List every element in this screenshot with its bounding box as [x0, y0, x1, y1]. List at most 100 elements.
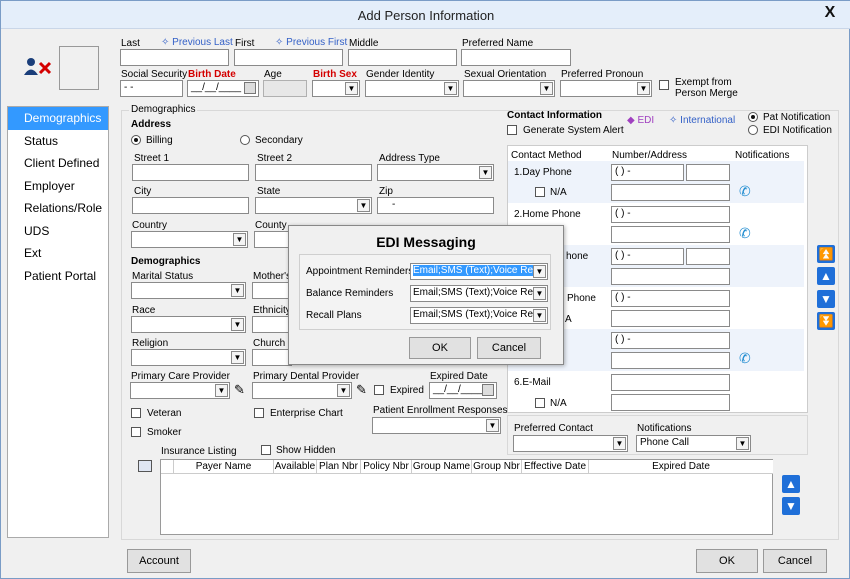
previous-last-link[interactable]: ✧ Previous Last [161, 37, 233, 48]
exempt-merge-checkbox[interactable] [659, 80, 669, 90]
col-effective-date[interactable]: Effective Date [522, 460, 589, 474]
race-select[interactable]: ▼ [131, 316, 246, 333]
international-link[interactable]: ✧ International [669, 115, 735, 126]
sidebar-item-relations-role[interactable]: Relations/Role [8, 197, 108, 220]
contact-row-3-input[interactable]: ( ) - [611, 248, 684, 265]
col-expired-date[interactable]: Expired Date [589, 460, 773, 474]
insurance-grid[interactable]: Payer Name Available Plan Nbr Policy Nbr… [160, 459, 773, 535]
contact-row-3-ext-input[interactable] [686, 248, 730, 265]
person-delete-icon[interactable] [23, 57, 53, 77]
home-phone-input[interactable]: ( ) - [611, 206, 730, 223]
na-checkbox[interactable] [535, 187, 545, 197]
report-icon[interactable] [138, 460, 152, 472]
col-policy-nbr[interactable]: Policy Nbr [361, 460, 412, 474]
balance-reminders-select[interactable]: Email;SMS (Text);Voice Ren ▼ [410, 285, 548, 302]
pen-icon[interactable]: ✎ [356, 382, 367, 398]
calendar-icon[interactable] [482, 384, 494, 396]
last-name-input[interactable] [120, 49, 229, 66]
phone-icon[interactable]: ✆ [739, 350, 751, 367]
religion-select[interactable]: ▼ [131, 349, 246, 366]
pen-icon[interactable]: ✎ [234, 382, 245, 398]
primary-care-provider-select[interactable]: ▼ [130, 382, 230, 399]
col-plan-nbr[interactable]: Plan Nbr [317, 460, 361, 474]
state-select[interactable]: ▼ [255, 197, 372, 214]
calendar-icon[interactable] [244, 82, 256, 94]
street1-input[interactable] [132, 164, 249, 181]
contact-row-5-secondary-input[interactable] [611, 352, 730, 369]
secondary-radio[interactable] [240, 135, 250, 145]
previous-first-link[interactable]: ✧ Previous First [275, 37, 347, 48]
arrow-down-icon[interactable]: ▼ [782, 497, 800, 515]
arrow-up-icon[interactable]: ▲ [782, 475, 800, 493]
day-phone-ext-input[interactable] [686, 164, 730, 181]
ssn-input[interactable]: - - [120, 80, 183, 97]
ethnicity-select[interactable] [252, 316, 292, 333]
birth-sex-select[interactable]: ▼ [312, 80, 360, 97]
email-secondary-input[interactable] [611, 394, 730, 411]
na-checkbox[interactable] [535, 398, 545, 408]
street2-input[interactable] [255, 164, 372, 181]
contact-row-5-input[interactable]: ( ) - [611, 332, 730, 349]
ok-button[interactable]: OK [696, 549, 758, 573]
sidebar-item-patient-portal[interactable]: Patient Portal [8, 265, 108, 288]
sidebar-item-ext[interactable]: Ext [8, 242, 108, 265]
generate-alert-checkbox[interactable] [507, 125, 517, 135]
home-phone-secondary-input[interactable] [611, 226, 730, 243]
pat-notification-radio[interactable] [748, 112, 758, 122]
edi-link[interactable]: ◆ EDI [627, 115, 654, 126]
sidebar-item-client-defined[interactable]: Client Defined [8, 152, 108, 175]
show-hidden-checkbox[interactable] [261, 445, 271, 455]
primary-dental-provider-select[interactable]: ▼ [252, 382, 352, 399]
move-top-icon[interactable]: ⏫ [817, 245, 835, 263]
billing-radio[interactable] [131, 135, 141, 145]
first-name-input[interactable] [234, 49, 343, 66]
zip-input[interactable]: - [377, 197, 494, 214]
city-input[interactable] [132, 197, 249, 214]
preferred-name-input[interactable] [461, 49, 571, 66]
arrow-up-icon[interactable]: ▲ [817, 267, 835, 285]
day-phone-secondary-input[interactable] [611, 184, 730, 201]
marital-status-select[interactable]: ▼ [131, 282, 246, 299]
contact-row-4-input[interactable]: ( ) - [611, 290, 730, 307]
sidebar-item-uds[interactable]: UDS [8, 220, 108, 243]
contact-row-3-secondary-input[interactable] [611, 268, 730, 285]
col-available[interactable]: Available [274, 460, 317, 474]
phone-icon[interactable]: ✆ [739, 183, 751, 200]
sidebar-item-employer[interactable]: Employer [8, 175, 108, 198]
gender-identity-select[interactable]: ▼ [365, 80, 459, 97]
veteran-checkbox[interactable] [131, 408, 141, 418]
photo-box[interactable] [59, 46, 99, 90]
preferred-pronoun-select[interactable]: ▼ [560, 80, 652, 97]
edi-ok-button[interactable]: OK [409, 337, 471, 359]
recall-plans-select[interactable]: Email;SMS (Text);Voice Ren ▼ [410, 307, 548, 324]
country-select[interactable]: ▼ [131, 231, 248, 248]
smoker-checkbox[interactable] [131, 427, 141, 437]
church-select[interactable] [252, 349, 292, 366]
enterprise-chart-checkbox[interactable] [254, 408, 264, 418]
arrow-down-icon[interactable]: ▼ [817, 290, 835, 308]
expired-checkbox[interactable] [374, 385, 384, 395]
col-payer-name[interactable]: Payer Name [174, 460, 274, 474]
middle-name-input[interactable] [348, 49, 457, 66]
patient-enrollment-select[interactable]: ▼ [372, 417, 501, 434]
appointment-reminders-select[interactable]: Email;SMS (Text);Voice Re ▼ [410, 263, 548, 280]
preferred-contact-select[interactable]: ▼ [513, 435, 628, 452]
sidebar-item-status[interactable]: Status [8, 130, 108, 153]
move-bottom-icon[interactable]: ⏬ [817, 312, 835, 330]
col-group-name[interactable]: Group Name [412, 460, 472, 474]
email-input[interactable] [611, 374, 730, 391]
day-phone-input[interactable]: ( ) - [611, 164, 684, 181]
edi-notification-radio[interactable] [748, 125, 758, 135]
sidebar-item-demographics[interactable]: Demographics [8, 107, 108, 130]
account-button[interactable]: Account [127, 549, 191, 573]
address-type-select[interactable]: ▼ [377, 164, 494, 181]
edi-cancel-button[interactable]: Cancel [477, 337, 541, 359]
cancel-button[interactable]: Cancel [763, 549, 827, 573]
notifications-select[interactable]: Phone Call ▼ [636, 435, 751, 452]
col-group-nbr[interactable]: Group Nbr [472, 460, 522, 474]
phone-icon[interactable]: ✆ [739, 225, 751, 242]
contact-row-4-secondary-input[interactable] [611, 310, 730, 327]
sexual-orientation-select[interactable]: ▼ [463, 80, 555, 97]
mothers-input[interactable] [252, 282, 292, 299]
close-button[interactable]: X [817, 3, 843, 23]
